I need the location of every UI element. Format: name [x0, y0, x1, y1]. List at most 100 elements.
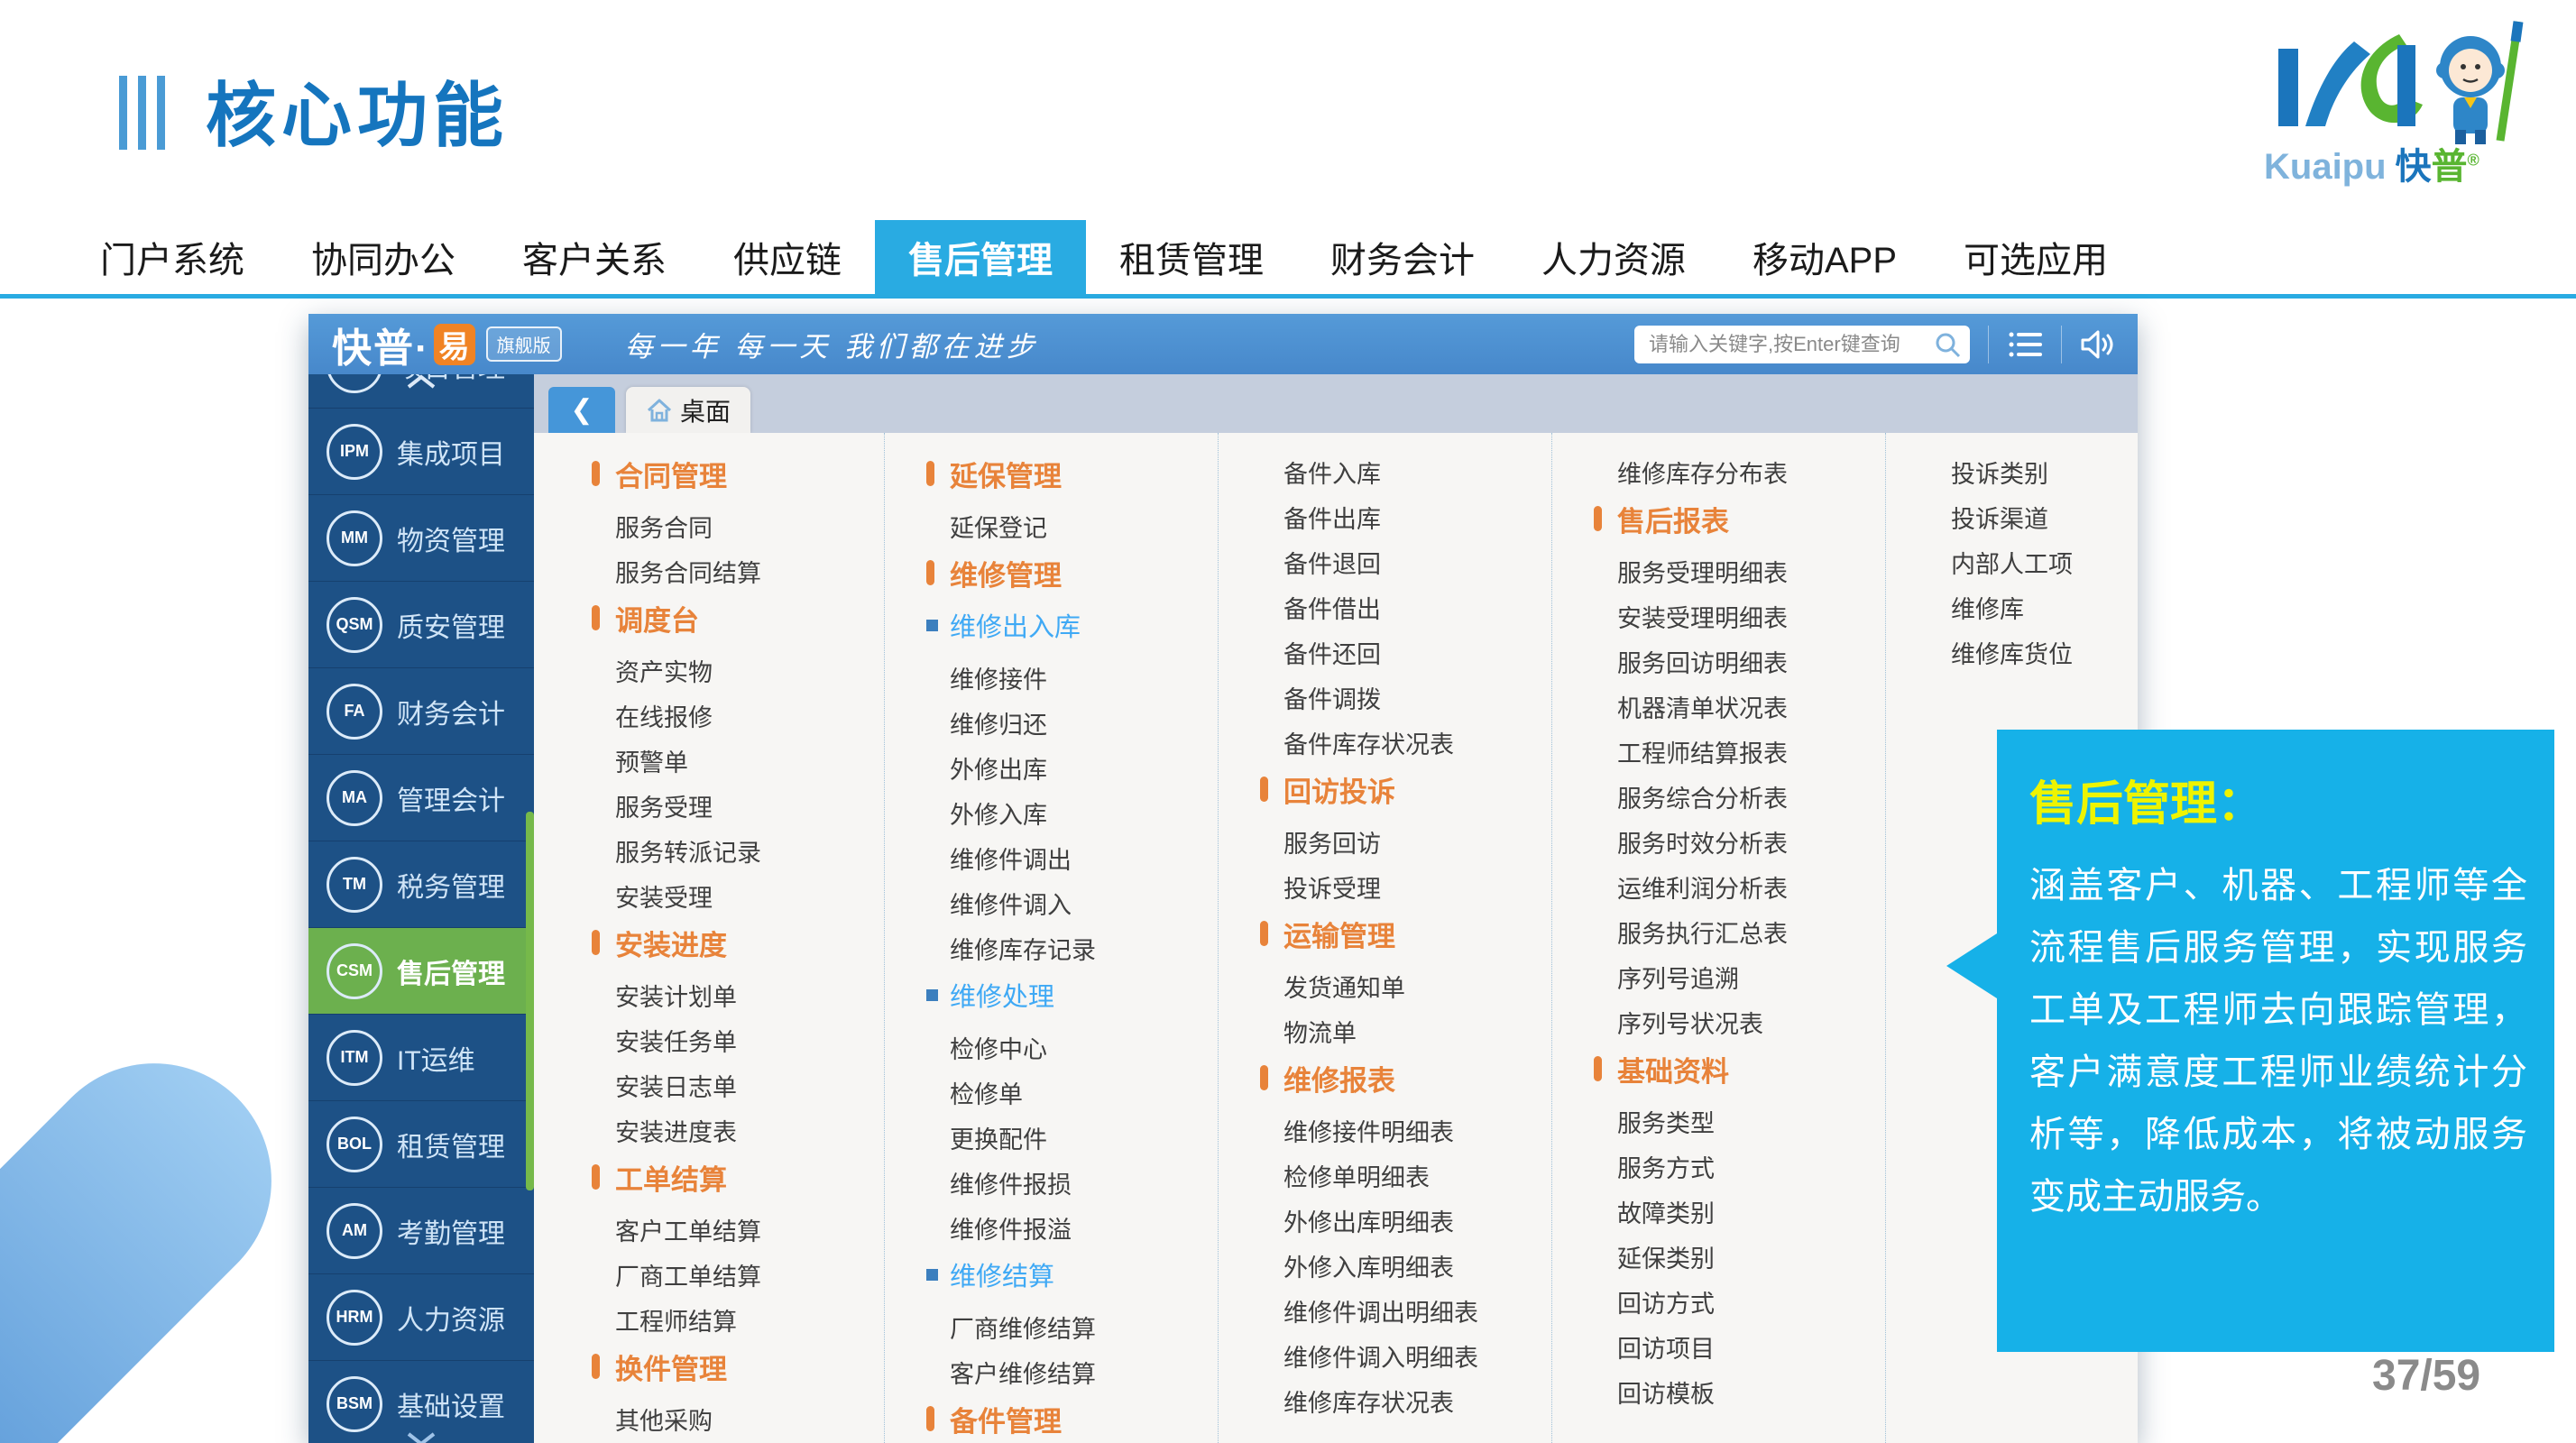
menu-item-备件退回[interactable]: 备件退回 — [1260, 539, 1551, 584]
menu-item-服务受理明细表[interactable]: 服务受理明细表 — [1594, 548, 1885, 593]
menu-item-服务合同[interactable]: 服务合同 — [592, 503, 884, 548]
sidebar-item-itm[interactable]: ITMIT运维 — [308, 1015, 534, 1101]
menu-item-服务综合分析表[interactable]: 服务综合分析表 — [1594, 774, 1885, 819]
menu-item-维修件调出[interactable]: 维修件调出 — [926, 835, 1218, 880]
menu-item-维修库存分布表[interactable]: 维修库存分布表 — [1594, 449, 1885, 494]
menu-item-回访项目[interactable]: 回访项目 — [1594, 1324, 1885, 1369]
menu-item-服务受理[interactable]: 服务受理 — [592, 783, 884, 828]
menu-item-服务执行汇总表[interactable]: 服务执行汇总表 — [1594, 909, 1885, 954]
menu-item-延保类别[interactable]: 延保类别 — [1594, 1234, 1885, 1279]
menu-item-回访方式[interactable]: 回访方式 — [1594, 1279, 1885, 1324]
menu-item-备件借出[interactable]: 备件借出 — [1260, 584, 1551, 630]
menu-item-维修归还[interactable]: 维修归还 — [926, 700, 1218, 745]
menu-category-换件管理[interactable]: 换件管理 — [592, 1344, 884, 1389]
menu-item-维修件调出明细表[interactable]: 维修件调出明细表 — [1260, 1288, 1551, 1333]
menu-item-服务方式[interactable]: 服务方式 — [1594, 1144, 1885, 1189]
scroll-up-icon[interactable] — [406, 374, 437, 389]
menu-item-回访模板[interactable]: 回访模板 — [1594, 1369, 1885, 1414]
menu-category-安装进度[interactable]: 安装进度 — [592, 920, 884, 965]
menu-item-服务回访明细表[interactable]: 服务回访明细表 — [1594, 639, 1885, 684]
menu-item-工程师结算[interactable]: 工程师结算 — [592, 1297, 884, 1342]
menu-item-安装计划单[interactable]: 安装计划单 — [592, 972, 884, 1017]
tab-desktop[interactable]: 桌面 — [626, 387, 750, 433]
menu-item-维修件报溢[interactable]: 维修件报溢 — [926, 1205, 1218, 1250]
menu-item-安装受理[interactable]: 安装受理 — [592, 873, 884, 918]
sidebar-item-ipm[interactable]: IPM集成项目 — [308, 409, 534, 495]
sidebar-item-ma[interactable]: MA管理会计 — [308, 755, 534, 841]
menu-item-厂商维修结算[interactable]: 厂商维修结算 — [926, 1304, 1218, 1349]
menu-item-维修接件[interactable]: 维修接件 — [926, 655, 1218, 700]
menu-category-延保管理[interactable]: 延保管理 — [926, 451, 1218, 496]
menu-item-安装受理明细表[interactable]: 安装受理明细表 — [1594, 593, 1885, 639]
menu-item-投诉类别[interactable]: 投诉类别 — [1927, 449, 2138, 494]
tab-移动APP[interactable]: 移动APP — [1719, 220, 1930, 294]
search-box[interactable] — [1634, 326, 1970, 363]
list-menu-icon[interactable] — [2007, 329, 2043, 360]
menu-subcategory-维修结算[interactable]: 维修结算 — [926, 1252, 1218, 1297]
menu-item-安装任务单[interactable]: 安装任务单 — [592, 1017, 884, 1062]
menu-item-投诉渠道[interactable]: 投诉渠道 — [1927, 494, 2138, 539]
menu-item-序列号追溯[interactable]: 序列号追溯 — [1594, 954, 1885, 999]
menu-item-其他采购[interactable]: 其他采购 — [592, 1396, 884, 1441]
menu-item-服务合同结算[interactable]: 服务合同结算 — [592, 548, 884, 593]
menu-item-外修出库明细表[interactable]: 外修出库明细表 — [1260, 1198, 1551, 1243]
menu-item-备件还回[interactable]: 备件还回 — [1260, 630, 1551, 675]
menu-item-服务回访[interactable]: 服务回访 — [1260, 819, 1551, 864]
tab-可选应用[interactable]: 可选应用 — [1930, 220, 2141, 294]
menu-item-维修件报损[interactable]: 维修件报损 — [926, 1160, 1218, 1205]
sidebar-item-qsm[interactable]: QSM质安管理 — [308, 582, 534, 668]
sidebar-item-tm[interactable]: TM税务管理 — [308, 841, 534, 928]
menu-item-运维利润分析表[interactable]: 运维利润分析表 — [1594, 864, 1885, 909]
menu-item-维修件调入明细表[interactable]: 维修件调入明细表 — [1260, 1333, 1551, 1378]
tab-客户关系[interactable]: 客户关系 — [489, 220, 700, 294]
menu-item-维修件调入[interactable]: 维修件调入 — [926, 880, 1218, 925]
search-input[interactable] — [1647, 332, 1934, 357]
menu-category-维修报表[interactable]: 维修报表 — [1260, 1055, 1551, 1100]
speaker-icon[interactable] — [2080, 328, 2116, 361]
tab-租赁管理[interactable]: 租赁管理 — [1086, 220, 1297, 294]
sidebar-item-mm[interactable]: MM物资管理 — [308, 495, 534, 582]
menu-item-故障类别[interactable]: 故障类别 — [1594, 1189, 1885, 1234]
menu-item-机器清单状况表[interactable]: 机器清单状况表 — [1594, 684, 1885, 729]
menu-item-维修库存状况表[interactable]: 维修库存状况表 — [1260, 1378, 1551, 1423]
menu-category-售后报表[interactable]: 售后报表 — [1594, 496, 1885, 541]
menu-item-安装进度表[interactable]: 安装进度表 — [592, 1108, 884, 1153]
menu-item-维修接件明细表[interactable]: 维修接件明细表 — [1260, 1108, 1551, 1153]
menu-item-服务转派记录[interactable]: 服务转派记录 — [592, 828, 884, 873]
menu-item-维修库货位[interactable]: 维修库货位 — [1927, 630, 2138, 675]
menu-item-资产实物[interactable]: 资产实物 — [592, 648, 884, 693]
menu-item-备件出库[interactable]: 备件出库 — [1260, 494, 1551, 539]
menu-item-外修入库明细表[interactable]: 外修入库明细表 — [1260, 1243, 1551, 1288]
menu-item-外修入库[interactable]: 外修入库 — [926, 790, 1218, 835]
menu-category-基础资料[interactable]: 基础资料 — [1594, 1046, 1885, 1091]
menu-category-运输管理[interactable]: 运输管理 — [1260, 911, 1551, 956]
tab-协同办公[interactable]: 协同办公 — [278, 220, 489, 294]
menu-category-调度台[interactable]: 调度台 — [592, 595, 884, 640]
menu-item-内部人工项[interactable]: 内部人工项 — [1927, 539, 2138, 584]
menu-item-备件入库[interactable]: 备件入库 — [1260, 449, 1551, 494]
menu-item-维修库存记录[interactable]: 维修库存记录 — [926, 925, 1218, 970]
tab-财务会计[interactable]: 财务会计 — [1297, 220, 1508, 294]
menu-item-服务时效分析表[interactable]: 服务时效分析表 — [1594, 819, 1885, 864]
tab-门户系统[interactable]: 门户系统 — [67, 220, 278, 294]
menu-category-工单结算[interactable]: 工单结算 — [592, 1154, 884, 1199]
sidebar-item-am[interactable]: AM考勤管理 — [308, 1188, 534, 1274]
menu-item-物流单[interactable]: 物流单 — [1260, 1008, 1551, 1053]
menu-item-在线报修[interactable]: 在线报修 — [592, 693, 884, 738]
menu-item-服务类型[interactable]: 服务类型 — [1594, 1098, 1885, 1144]
menu-item-更换配件[interactable]: 更换配件 — [926, 1115, 1218, 1160]
menu-item-检修单明细表[interactable]: 检修单明细表 — [1260, 1153, 1551, 1198]
menu-item-检修中心[interactable]: 检修中心 — [926, 1025, 1218, 1070]
menu-item-客户工单结算[interactable]: 客户工单结算 — [592, 1207, 884, 1252]
menu-category-回访投诉[interactable]: 回访投诉 — [1260, 767, 1551, 812]
sidebar-item-bol[interactable]: BOL租赁管理 — [308, 1101, 534, 1188]
sidebar-item-fa[interactable]: FA财务会计 — [308, 668, 534, 755]
menu-item-厂商工单结算[interactable]: 厂商工单结算 — [592, 1252, 884, 1297]
menu-item-外修出库[interactable]: 外修出库 — [926, 745, 1218, 790]
menu-item-投诉受理[interactable]: 投诉受理 — [1260, 864, 1551, 909]
tab-供应链[interactable]: 供应链 — [700, 220, 875, 294]
menu-item-预警单[interactable]: 预警单 — [592, 738, 884, 783]
menu-item-发货通知单[interactable]: 发货通知单 — [1260, 963, 1551, 1008]
sidebar-item-csm[interactable]: CSM售后管理 — [308, 928, 534, 1015]
menu-category-合同管理[interactable]: 合同管理 — [592, 451, 884, 496]
